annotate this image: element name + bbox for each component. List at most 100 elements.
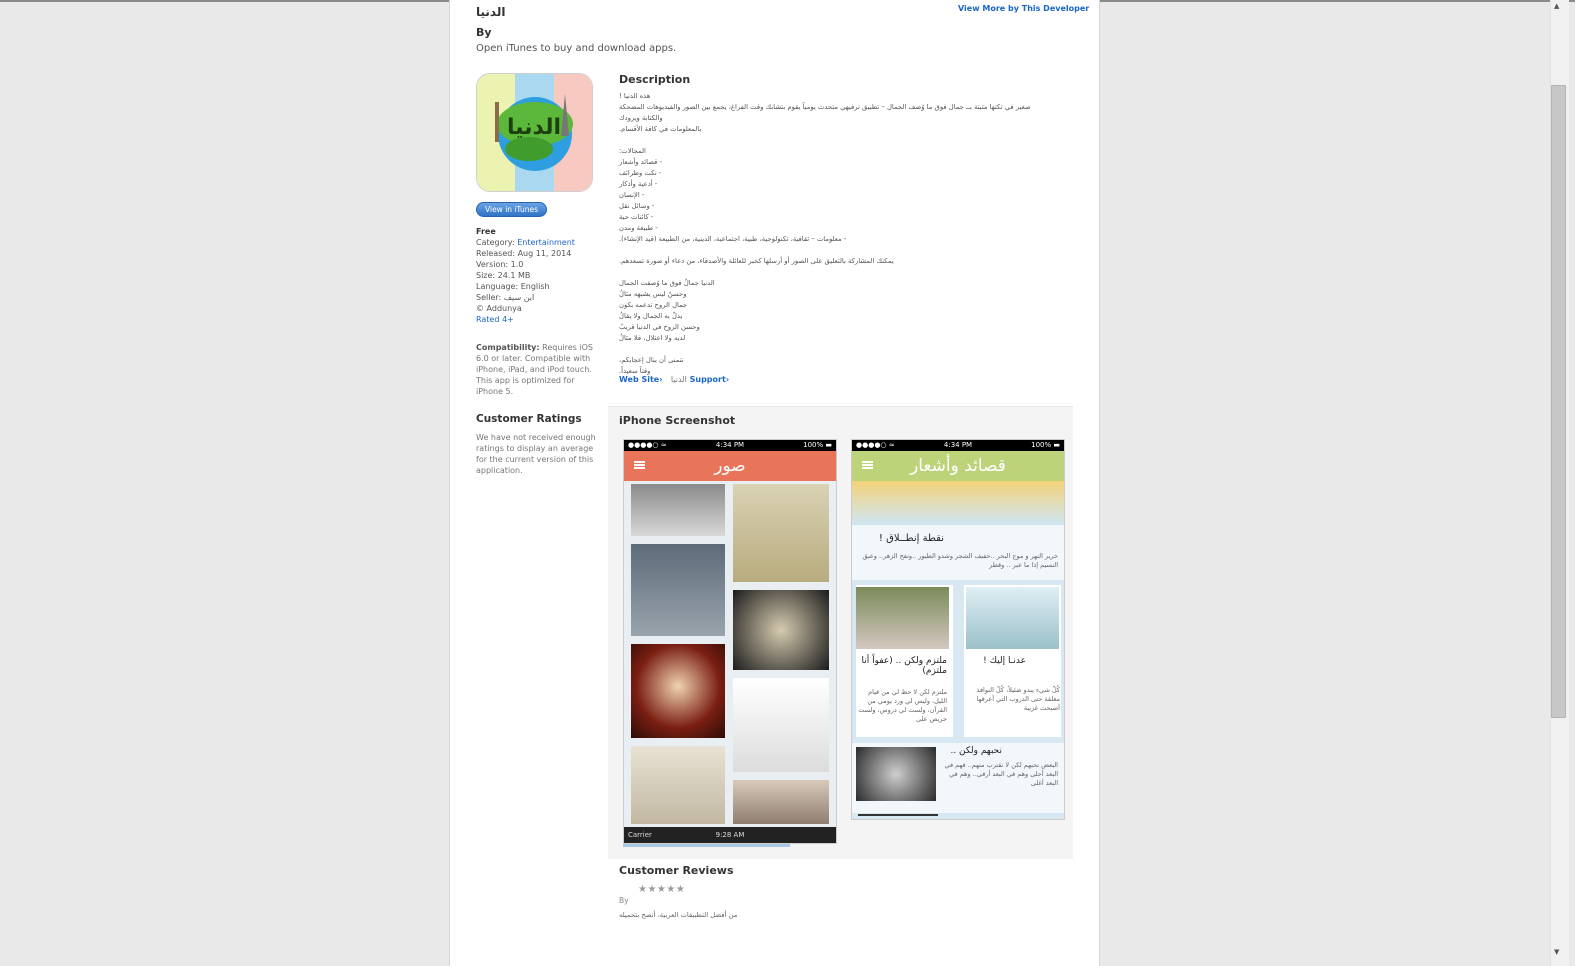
age-rating-link[interactable]: Rated 4+: [476, 314, 606, 325]
screenshot-1[interactable]: ●●●●○ ≈ 4:34 PM 100% ▬ صور Carrier 9:28 …: [623, 439, 837, 844]
scroll-down-arrow-icon[interactable]: ▼: [1554, 948, 1559, 956]
category-link[interactable]: Entertainment: [517, 238, 575, 247]
description-line: - وسائل نقل: [619, 202, 655, 210]
customer-reviews-title: Customer Reviews: [619, 864, 734, 877]
article-title: نقطة إنطــلاق !: [878, 533, 944, 544]
photo-tile[interactable]: [730, 675, 832, 775]
description-line: - الإنسان: [619, 191, 645, 199]
photos-header-title: صور: [714, 456, 746, 476]
customer-ratings-title: Customer Ratings: [476, 413, 582, 425]
developer-links: Web Site› الدنيا Support›: [619, 375, 729, 384]
price: Free: [476, 227, 496, 236]
screenshot-title: iPhone Screenshot: [619, 414, 736, 427]
description-line: هذه الدنيا !: [619, 92, 651, 100]
description-line: بالمعلومات في كافة الأقسام.: [619, 125, 702, 133]
description-gap: [619, 344, 1049, 355]
description-line: الدنيا جمالٌ فوق ما وُصفت الجمال: [619, 279, 715, 287]
menu-icon: [634, 461, 645, 469]
photo-grid: [624, 481, 836, 827]
photo-tile[interactable]: [628, 743, 728, 827]
view-in-itunes-button[interactable]: View in iTunes: [476, 202, 547, 217]
description-line: وحسن الروح في الدنيا قريبٌ: [619, 323, 700, 331]
review-stars: ★★★★★: [638, 884, 686, 895]
description-gap: [619, 267, 1049, 278]
description-line: صغير في تكتها مثبتة بــ جمال فوق ما وُصف…: [619, 103, 1031, 122]
scroll-up-arrow-icon[interactable]: ▲: [1554, 2, 1559, 10]
description-line: يمكنك المشاركة بالتعليق على الصور أو أرس…: [619, 257, 894, 265]
category-label: Category:: [476, 238, 518, 247]
compatibility-label: Compatibility:: [476, 343, 540, 352]
article-excerpt: البعض نحبهم لكن لا نقترب منهم.. فهم في ا…: [944, 761, 1058, 787]
description-title: Description: [619, 73, 691, 86]
article-photo: [966, 587, 1059, 649]
description-line: - طبيعة ومدن: [619, 224, 658, 232]
article-photo: [856, 747, 936, 801]
featured-banner[interactable]: [852, 481, 1064, 525]
screenshot-2[interactable]: ●●●●○ ≈ 4:34 PM 100% ▬ قصائد وأشعار نقطة…: [851, 439, 1065, 820]
menu-icon: [862, 461, 873, 469]
description-line: وحسنٌ ليس يشبهه مثالُ: [619, 290, 687, 298]
app-info: Free Category: Entertainment Released: A…: [476, 226, 606, 325]
screenshot-scroll-indicator[interactable]: [623, 844, 790, 847]
article-title: عدنـا إليك !: [983, 656, 1026, 666]
poems-header-title: قصائد وأشعار: [910, 456, 1006, 476]
scrollbar-thumb[interactable]: [1551, 85, 1566, 718]
released-date: Released: Aug 11, 2014: [476, 249, 572, 258]
article-title: ملتزم ولكن .. (عفواً أنا ملتزم): [861, 656, 947, 676]
battery: 100% ▬: [803, 441, 832, 449]
review-author: By: [619, 896, 629, 905]
description-body: هذه الدنيا ! صغير في تكتها مثبتة بــ جمال…: [619, 91, 1049, 377]
support-arrow: ›: [725, 375, 730, 384]
scroll-indicator: [858, 814, 938, 816]
description-line: - نكت وطرائف: [619, 169, 662, 177]
battery-label: 100%: [803, 441, 824, 449]
app-icon: الدنيا: [476, 73, 593, 192]
description-line: نتمنى أن ينال إعجابكم،: [619, 356, 684, 364]
copyright: © Addunya: [476, 304, 522, 313]
developer-byline: By: [476, 26, 492, 39]
description-line: يدلّ به الجمال ولا يقالُ: [619, 312, 683, 320]
support-link[interactable]: Support: [690, 375, 726, 384]
app-title: الدنيا: [476, 5, 506, 19]
photo-tile[interactable]: [730, 481, 832, 585]
website-arrow: ›: [659, 375, 663, 384]
photo-tile[interactable]: [628, 541, 728, 639]
support-prefix: الدنيا: [670, 375, 687, 384]
photo-tile[interactable]: [628, 481, 728, 539]
battery-label: 100%: [1031, 441, 1052, 449]
article-photo: [856, 587, 949, 649]
seller: Seller: ابن سيف: [476, 293, 535, 302]
battery: 100% ▬: [1031, 441, 1060, 449]
description-line: - أدعية وأذكار: [619, 180, 658, 188]
language: Language: English: [476, 282, 550, 291]
review-text: من أفضل التطبيقات العربية، أنصح بتحميله: [619, 911, 738, 919]
compatibility: Compatibility: Requires iOS 6.0 or later…: [476, 342, 604, 397]
customer-ratings-text: We have not received enough ratings to d…: [476, 433, 596, 475]
poems-header: قصائد وأشعار: [852, 451, 1064, 481]
description-gap: [619, 135, 1049, 146]
view-more-link[interactable]: View More by This Developer: [958, 4, 1089, 13]
article-excerpt: ملتزم لكن لا حظ لي من قيام الليل، وليس ل…: [858, 688, 947, 723]
status-bar: ●●●●○ ≈ 4:34 PM 100% ▬: [624, 440, 836, 451]
carrier-time: 9:28 AM: [715, 831, 745, 839]
description-line: المجالات:: [619, 147, 646, 155]
photo-tile[interactable]: [730, 587, 832, 673]
article-excerpt: خرير النهر و موج البحر ..حفيف الشجر وشدو…: [862, 552, 1058, 569]
carrier-bar: Carrier 9:28 AM: [624, 827, 836, 843]
description-gap: [619, 245, 1049, 256]
article-excerpt: كُلّ شيء يبدو ضئيلاً، كُلّ النوافذ مغلقة…: [976, 686, 1060, 712]
website-link[interactable]: Web Site: [619, 375, 659, 384]
description-line: - قصائد وأشعار: [619, 158, 662, 166]
category: Category: Entertainment: [476, 237, 606, 248]
description-line: لديه ولا اعتلال، فلا مثالُ: [619, 334, 686, 342]
photo-tile[interactable]: [628, 641, 728, 741]
size: Size: 24.1 MB: [476, 271, 531, 280]
article-title: نحبهم ولكن ..: [950, 746, 1002, 756]
photo-tile[interactable]: [730, 777, 832, 827]
svg-text:الدنيا: الدنيا: [507, 115, 561, 140]
version: Version: 1.0: [476, 260, 524, 269]
open-itunes-text: Open iTunes to buy and download apps.: [476, 43, 677, 54]
description-line: - كائنات حية: [619, 213, 654, 221]
app-page: الدنيا By Open iTunes to buy and downloa…: [449, 0, 1100, 966]
status-bar: ●●●●○ ≈ 4:34 PM 100% ▬: [852, 440, 1064, 451]
